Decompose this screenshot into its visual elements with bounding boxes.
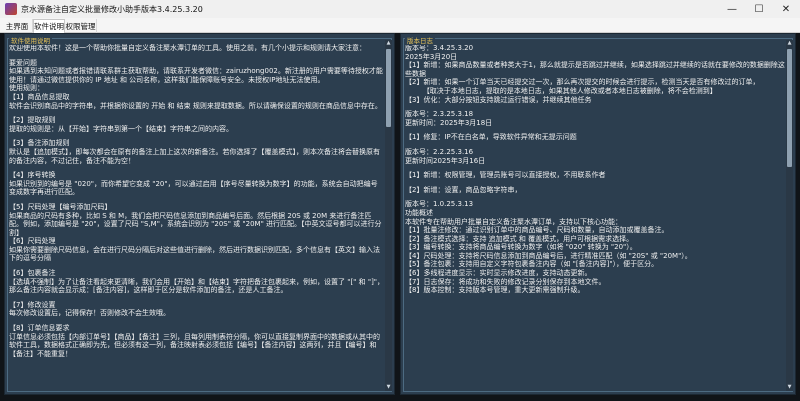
workspace: 软件使用说明 欢迎使用本软件！这是一个帮助你批量自定义备注聚水潭订单的工具。使用… bbox=[0, 33, 800, 401]
version-log-panel: 版本日志 版本号：3.4.25.3.20 2025年3月20日 【1】新增：如果商品… bbox=[400, 33, 796, 395]
text-line: 版本号：3.4.25.3.20 bbox=[405, 44, 474, 52]
scroll-up-arrow-icon[interactable]: ▲ bbox=[786, 40, 793, 47]
text-line: 【2】新增：设置，商品忽略字符串， bbox=[405, 185, 522, 194]
version-log-text[interactable]: 版本号：3.4.25.3.20 2025年3月20日 【1】新增：如果商品数量或者种… bbox=[405, 44, 785, 390]
text-line: 【4】序号转换 bbox=[9, 171, 56, 180]
title-bar: 京水源备注自定义批量修改小助手版本3.4.25.3.20 — ☐ ✕ bbox=[0, 0, 800, 18]
text-line: 欢迎使用本软件！这是一个帮助你批量自定义备注聚水潭订单的工具。使用之前，有几个小… bbox=[9, 44, 366, 52]
left-scrollbar[interactable]: ▲ ▼ bbox=[385, 40, 392, 391]
text-line: 更新时间2025年3月16日 bbox=[405, 156, 486, 165]
text-line: 如果识别到的编号是 "020"，而你希望它变成 "20"，可以通过启用【序号尽量… bbox=[9, 179, 378, 197]
tab-software-description[interactable]: 软件说明 bbox=[33, 19, 65, 33]
text-line: 软件会识别商品中的字符串，并根据你设置的 开始 和 结束 规则来提取数据。所以请… bbox=[9, 101, 382, 110]
text-line: 【7】日志保存：将成功和失败的修改记录分别保存到本地文件。 bbox=[405, 277, 606, 286]
scroll-down-arrow-icon[interactable]: ▼ bbox=[385, 384, 392, 391]
text-line: 如果遇到未知问题或者报错请联系群主获取帮助，请联系开发者微信：zairuzhon… bbox=[9, 67, 383, 84]
text-line: 【3】优化：大部分按钮支持跳过运行错误，并继续其他任务 bbox=[405, 95, 592, 104]
window-title: 京水源备注自定义批量修改小助手版本3.4.25.3.20 bbox=[21, 4, 203, 14]
minimize-button[interactable]: — bbox=[719, 0, 745, 18]
text-line: 使用规则： bbox=[9, 84, 44, 93]
text-line: 版本号：2.2.25.3.16 bbox=[405, 147, 474, 156]
scroll-down-arrow-icon[interactable]: ▼ bbox=[786, 384, 793, 391]
text-line: 【2】提取规则 bbox=[9, 116, 56, 125]
tab-main[interactable]: 主界面 bbox=[2, 19, 33, 33]
tab-bar: 主界面 软件说明 权限管理 bbox=[0, 18, 800, 33]
text-line: 【3】备注添加规则 bbox=[9, 139, 70, 148]
text-line: 【1】批量注修改：通过识别订单中的商品编号、尺码和数量，自动添加或覆盖备注。 bbox=[405, 226, 669, 235]
right-scrollbar[interactable]: ▲ ▼ bbox=[786, 40, 793, 391]
text-line: 每次修改设置后，记得保存！否则修改不会生效哦。 bbox=[9, 309, 170, 318]
text-line: 【6】包裹备注 bbox=[9, 269, 56, 278]
text-line: 【2】备注模式选择：支持 追加模式 和 覆盖模式，用户可根据需求选择。 bbox=[405, 234, 634, 243]
text-line: 如果你需要删除尺码信息，会在进行尺码分隔后对这些值进行删除，然后进行数据识别匹配… bbox=[9, 245, 380, 263]
tab-permission-management[interactable]: 权限管理 bbox=[65, 19, 97, 33]
text-line: 【6】尺码处理 bbox=[9, 237, 56, 246]
text-line: 【1】修复：IP不在白名单，导致软件异常和无提示问题 bbox=[405, 133, 577, 142]
text-line: 【1】新增：如果商品数量或者种类大于1，那么就提示是否跳过并继续，如果选择跳过并… bbox=[405, 61, 785, 78]
text-line: 【选填不强制】为了让备注看起来更清晰，我们会用【开始】和【结束】字符把备注包裹起… bbox=[9, 277, 384, 295]
usage-instructions-text[interactable]: 欢迎使用本软件！这是一个帮助你批量自定义备注聚水潭订单的工具。使用之前，有几个小… bbox=[9, 44, 384, 390]
text-line: 默认是【追加模式】，即每次都会在原有的备注上加上这次的新备注。若你选择了【覆盖模… bbox=[9, 147, 380, 165]
text-line: 如果商品的尺码有多种，比如 S 和 M，我们会把尺码信息添加到商品编号后面。然后… bbox=[9, 211, 382, 237]
text-line: 2025年3月20日 bbox=[405, 52, 458, 61]
maximize-button[interactable]: ☐ bbox=[746, 0, 772, 18]
text-line: 本软件专在帮助用户批量自定义备注聚水潭订单，支持以下核心功能： bbox=[405, 217, 622, 226]
text-line: 【取决于本地日志，提取的是本地日志，如果其他人修改或者本地日志被删除，将不会检测… bbox=[405, 86, 717, 95]
text-line: 【6】多线程进度显示：实时显示修改进度，支持动态更新。 bbox=[405, 269, 592, 278]
text-line: 订单信息必须包括【内部订单号】【商品】【备注】三列，且每列用制表符分隔，你可以直… bbox=[9, 332, 380, 358]
text-line: 【3】编号转换：支持将商品编号转换为数字（如将 "020" 转换为 "20"）。 bbox=[405, 243, 637, 252]
usage-instructions-legend: 软件使用说明 bbox=[9, 35, 52, 45]
text-line: 【8】订单信息要求 bbox=[9, 324, 70, 333]
text-line: 提取的规则是：从【开始】字符串到第一个【结束】字符串之间的内容。 bbox=[9, 124, 233, 133]
text-line: 【5】尺码处理【编号添加尺码】 bbox=[9, 202, 112, 211]
version-log-legend: 版本日志 bbox=[405, 35, 435, 45]
app-logo-icon bbox=[5, 3, 17, 15]
text-line: 版本号：1.0.25.3.13 bbox=[405, 200, 474, 209]
scroll-up-arrow-icon[interactable]: ▲ bbox=[385, 40, 392, 47]
text-line: 【5】备注包裹：支持用自定义字符包裹备注内容（如 "[备注内容]"），便于区分。 bbox=[405, 260, 659, 269]
text-line: 版本号：2.3.25.3.18 bbox=[405, 110, 474, 119]
text-line: 【2】新增：如果一个订单当天已经提交过一次，那么再次提交的时候会进行提示，检测当… bbox=[405, 78, 760, 87]
text-line: 【1】新增：权限管理，管理员账号可以直接授权，不用联系作者 bbox=[405, 171, 606, 180]
text-line: 【1】商品信息提取 bbox=[9, 92, 70, 101]
right-scroll-thumb[interactable] bbox=[787, 49, 792, 167]
text-line: 更新时间：2025年3月18日 bbox=[405, 118, 493, 127]
close-button[interactable]: ✕ bbox=[773, 0, 799, 18]
text-line: 要爱问题 bbox=[9, 58, 37, 67]
text-line: 功能概述 bbox=[405, 208, 433, 217]
text-line: 【8】版本控制：支持版本号管理，重大更新需强制升级。 bbox=[405, 286, 585, 295]
left-scroll-thumb[interactable] bbox=[386, 49, 391, 127]
usage-instructions-panel: 软件使用说明 欢迎使用本软件！这是一个帮助你批量自定义备注聚水潭订单的工具。使用… bbox=[4, 33, 395, 395]
